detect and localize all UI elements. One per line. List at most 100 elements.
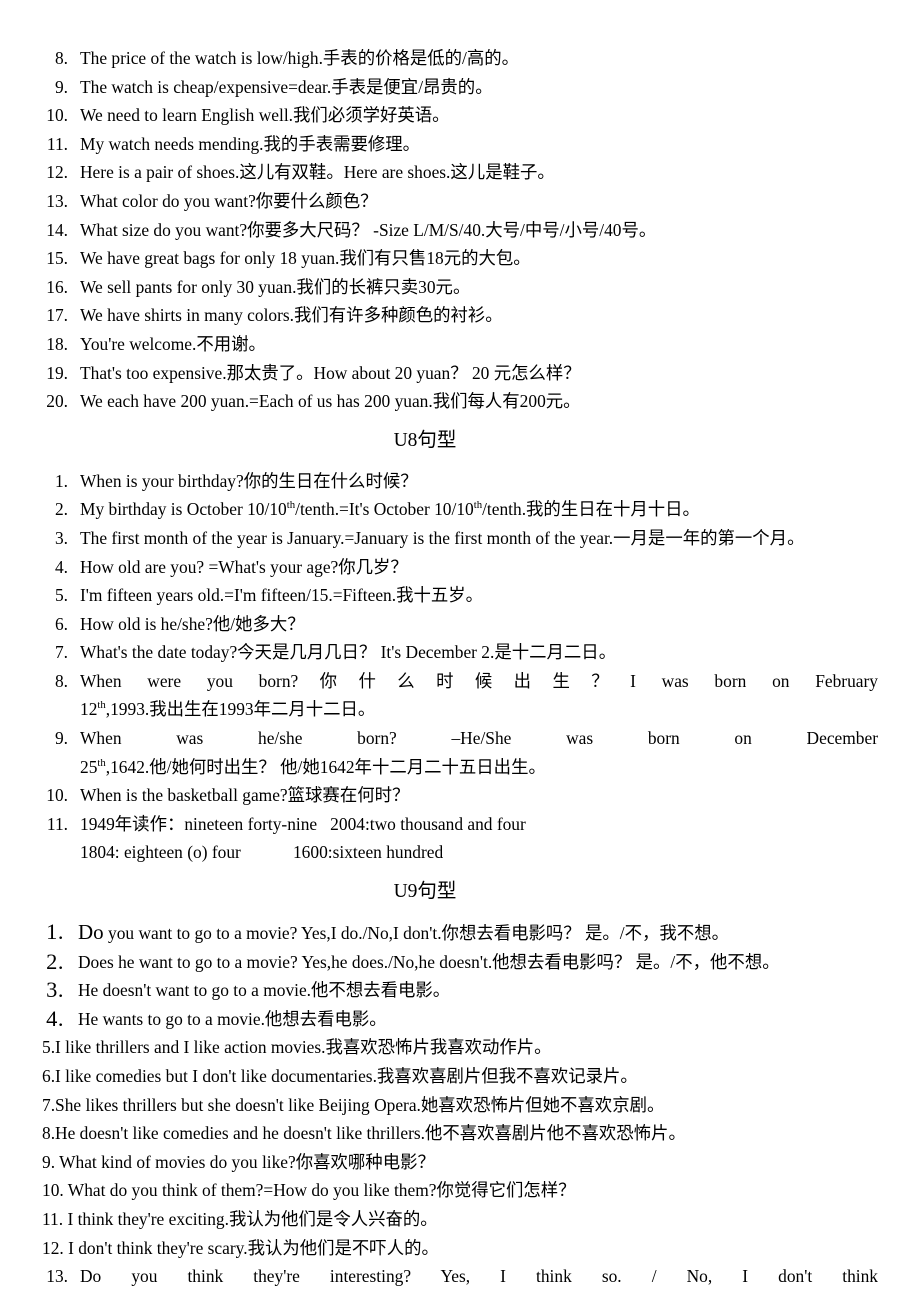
list-item-text: When is your birthday?你的生日在什么时候？ [80, 470, 418, 491]
list-item: 12. I don't think they're scary.我认为他们是不吓… [42, 1234, 878, 1263]
list-item-number: 8. [54, 670, 68, 691]
list-item-number: 8. [42, 1123, 56, 1144]
list-item-number: 11. [46, 133, 68, 154]
wrapped-line: 12th,1993.我出生在1993年二月十二日。 [80, 695, 878, 724]
list-item-number: 4. [54, 556, 68, 577]
list-item-text: What color do you want?你要什么颜色？ [80, 190, 378, 211]
list-item: 13. Do you think they're interesting? Yes… [42, 1262, 878, 1291]
list-item-text: We have great bags for only 18 yuan.我们有只… [80, 248, 531, 269]
list-item-text: I like thrillers and I like action movie… [55, 1037, 552, 1058]
list-item-text: When is the basketball game?篮球赛在何时？ [80, 785, 410, 806]
list-item-number: 10. [42, 1180, 64, 1201]
list-item-text: He wants to go to a movie.他想去看电影。 [78, 1008, 387, 1029]
list-item: 14. What size do you want?你要多大尺码？ -Size L… [42, 216, 878, 245]
list-item: 7.She likes thrillers but she doesn't li… [42, 1091, 878, 1120]
list-item-text: Here is a pair of shoes.这儿有双鞋。Here are s… [80, 162, 555, 183]
list-item-number: 2. [46, 948, 64, 974]
list-item: 4. He wants to go to a movie.他想去看电影。 [42, 1005, 878, 1034]
text-part: /tenth.=It's October 10/10 [295, 499, 474, 520]
list-item-text: He doesn't like comedies and he doesn't … [55, 1123, 686, 1144]
list-item: 18. You're welcome.不用谢。 [42, 330, 878, 359]
list-item-number: 13. [46, 1266, 68, 1287]
wrapped-line: 25th,1642.他/她何时出生？ 他/她1642年十二月二十五日出生。 [80, 753, 878, 782]
list-item-text: I like comedies but I don't like documen… [55, 1066, 638, 1086]
list-item: 4. How old are you? =What's your age?你几岁？ [42, 553, 878, 582]
list-item-number: 11. [46, 813, 68, 834]
text-part: ,1642.他/她何时出生？ 他/她1642年十二月二十五日出生。 [105, 756, 546, 777]
list-item: 8. When were you born?你什么时候出生？I was born … [42, 667, 878, 724]
list-item-number: 19. [46, 362, 68, 383]
list-item-number: 9. [54, 728, 68, 749]
list-item-text: The price of the watch is low/high.手表的价格… [80, 48, 520, 68]
list-item-number: 15. [46, 248, 68, 269]
list-item-text: I don't think they're scary.我认为他们是不吓人的。 [63, 1237, 439, 1258]
ordinal-suffix: th [286, 499, 296, 512]
emphasis-word: Do [78, 920, 104, 945]
list-item-continuation: 1804: eighteen (o) four 1600:sixteen hun… [80, 842, 444, 863]
list-item-text: What size do you want?你要多大尺码？ -Size L/M/… [80, 219, 657, 240]
list-item-text: I'm fifteen years old.=I'm fifteen/15.=F… [80, 585, 484, 606]
ordinal-suffix: th [97, 756, 106, 769]
list-item-number: 16. [46, 276, 68, 297]
list-item: 16. We sell pants for only 30 yuan.我们的长裤只… [42, 273, 878, 302]
list-item-number: 3. [46, 977, 64, 1003]
list-item-text: How old is he/she?他/她多大？ [80, 613, 305, 634]
list-item-text: Does he want to go to a movie? Yes,he do… [78, 951, 780, 972]
list-item: 5.I like thrillers and I like action mov… [42, 1033, 878, 1062]
list-item-number: 14. [46, 219, 68, 240]
list-item-text: I think they're exciting.我认为他们是令人兴奋的。 [63, 1208, 438, 1229]
list-item-number: 13. [46, 190, 68, 211]
list-item: 3. The first month of the year is January… [42, 524, 878, 553]
list-item: 10. We need to learn English well.我们必须学好英… [42, 101, 878, 130]
text-part: 25 [80, 756, 98, 777]
u7-continued-list: 8. The price of the watch is low/high.手表的… [42, 44, 878, 416]
list-item: 2. Does he want to go to a movie? Yes,he … [42, 948, 878, 977]
list-item-number: 6. [42, 1066, 56, 1086]
list-item-text: My watch needs mending.我的手表需要修理。 [80, 133, 421, 154]
list-item: 5. I'm fifteen years old.=I'm fifteen/15.… [42, 581, 878, 610]
list-item-text: She likes thrillers but she doesn't like… [55, 1094, 665, 1115]
list-item-number: 3. [54, 527, 68, 548]
list-item: 7. What's the date today?今天是几月几日？ It's De… [42, 638, 878, 667]
list-item: 10. When is the basketball game?篮球赛在何时？ [42, 781, 878, 810]
list-item: 11. I think they're exciting.我认为他们是令人兴奋的… [42, 1205, 878, 1234]
list-item-number: 7. [54, 642, 68, 663]
text-part: you want to go to a movie? Yes,I do./No,… [103, 923, 729, 944]
list-item-number: 7. [42, 1094, 56, 1115]
list-item-number: 8. [54, 48, 68, 68]
list-item-number: 5. [54, 585, 68, 606]
list-item-text: When were you born?你什么时候出生？I was born on… [80, 667, 878, 724]
list-item-number: 12. [42, 1237, 64, 1258]
u9-list: 1. Do you want to go to a movie? Yes,I do… [42, 918, 878, 1291]
list-item: 15. We have great bags for only 18 yuan.我… [42, 244, 878, 273]
list-item-text: We sell pants for only 30 yuan.我们的长裤只卖30… [80, 276, 471, 297]
justified-line: Do you think they're interesting? Yes, I… [80, 1266, 878, 1287]
list-item-number: 12. [46, 162, 68, 183]
list-item: 13. What color do you want?你要什么颜色？ [42, 187, 878, 216]
ordinal-suffix: th [473, 499, 483, 512]
list-item-number: 1. [54, 470, 68, 491]
list-item: 1. Do you want to go to a movie? Yes,I do… [42, 918, 878, 948]
list-item-number: 10. [46, 105, 68, 126]
u8-list: 1. When is your birthday?你的生日在什么时候？ 2. My … [42, 467, 878, 867]
list-item-text: We each have 200 yuan.=Each of us has 20… [80, 391, 581, 412]
list-item-text: What do you think of them?=How do you li… [63, 1180, 576, 1201]
section-heading-u9: U9句型 [393, 881, 457, 903]
list-item-text: Do you want to go to a movie? Yes,I do./… [78, 920, 729, 945]
list-item-text: 1949年读作：nineteen forty-nine 2004:two tho… [80, 813, 526, 834]
list-item-number: 9. [54, 76, 68, 97]
list-item-text: What's the date today?今天是几月几日？ It's Dece… [80, 642, 617, 663]
list-item-text: The first month of the year is January.=… [80, 527, 805, 548]
text-part: /tenth.我的生日在十月十日。 [482, 499, 700, 520]
list-item: 10. What do you think of them?=How do yo… [42, 1176, 878, 1205]
list-item: 6.I like comedies but I don't like docum… [42, 1062, 878, 1091]
list-item: 19. That's too expensive.那太贵了。How about 2… [42, 359, 878, 388]
list-item: 11. 1949年读作：nineteen forty-nine 2004:two … [42, 810, 878, 839]
ordinal-suffix: th [97, 699, 106, 712]
list-item-number: 11. [42, 1208, 64, 1229]
list-item: 11. My watch needs mending.我的手表需要修理。 [42, 130, 878, 159]
list-item-text: My birthday is October 10/10th/tenth.=It… [80, 499, 700, 519]
list-item-text: What kind of movies do you like?你喜欢哪种电影？ [55, 1151, 435, 1172]
list-item-number: 2. [54, 499, 68, 520]
list-item: 2. My birthday is October 10/10th/tenth.=… [42, 495, 878, 524]
